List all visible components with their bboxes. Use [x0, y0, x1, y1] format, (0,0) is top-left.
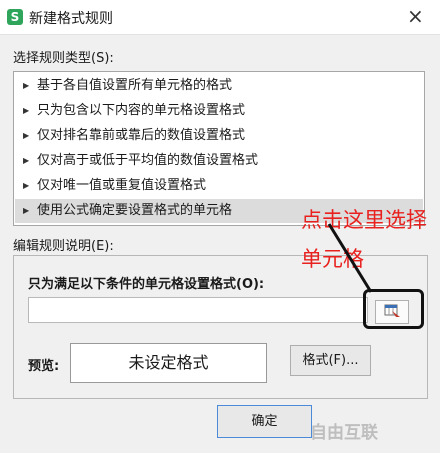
- triangle-right-icon: ▶: [23, 81, 30, 90]
- rule-type-item-label: 基于各自值设置所有单元格的格式: [37, 78, 233, 93]
- triangle-right-icon: ▶: [23, 106, 30, 115]
- annotation-arrow: [327, 223, 373, 293]
- rule-type-item-label: 只为包含以下内容的单元格设置格式: [37, 103, 246, 118]
- preview-label: 预览:: [28, 359, 60, 374]
- formula-input[interactable]: [28, 297, 368, 323]
- rule-type-item[interactable]: ▶ 基于各自值设置所有单元格的格式: [15, 74, 423, 98]
- title-bar: S 新建格式规则 ×: [0, 0, 440, 35]
- rule-type-item-label: 仅对排名靠前或靠后的数值设置格式: [37, 128, 246, 143]
- dialog-title: 新建格式规则: [29, 11, 113, 27]
- rule-type-item[interactable]: ▶ 只为包含以下内容的单元格设置格式: [15, 99, 423, 123]
- format-preview: 未设定格式: [70, 343, 267, 383]
- ok-button[interactable]: 确定: [217, 405, 312, 438]
- rule-type-item[interactable]: ▶ 仅对高于或低于平均值的数值设置格式: [15, 149, 423, 173]
- triangle-right-icon: ▶: [23, 156, 30, 165]
- rule-type-item[interactable]: ▶ 仅对排名靠前或靠后的数值设置格式: [15, 124, 423, 148]
- triangle-right-icon: ▶: [23, 206, 30, 215]
- close-icon[interactable]: ×: [407, 5, 424, 27]
- wps-spreadsheet-icon: S: [7, 9, 23, 25]
- rule-type-item-label: 仅对高于或低于平均值的数值设置格式: [37, 153, 259, 168]
- rule-type-item-label: 使用公式确定要设置格式的单元格: [37, 203, 233, 218]
- rule-type-item[interactable]: ▶ 仅对唯一值或重复值设置格式: [15, 174, 423, 198]
- rule-type-label: 选择规则类型(S):: [13, 51, 114, 66]
- rule-type-item-label: 仅对唯一值或重复值设置格式: [37, 178, 207, 193]
- rule-type-list[interactable]: ▶ 基于各自值设置所有单元格的格式 ▶ 只为包含以下内容的单元格设置格式 ▶ 仅对排名…: [13, 71, 425, 226]
- condition-label: 只为满足以下条件的单元格设置格式(O):: [28, 277, 265, 292]
- format-button[interactable]: 格式(F)...: [290, 345, 371, 376]
- annotation-highlight-box: [363, 289, 424, 329]
- triangle-right-icon: ▶: [23, 181, 30, 190]
- rule-description-label: 编辑规则说明(E):: [13, 239, 114, 254]
- triangle-right-icon: ▶: [23, 131, 30, 140]
- watermark: 自由互联: [310, 423, 378, 443]
